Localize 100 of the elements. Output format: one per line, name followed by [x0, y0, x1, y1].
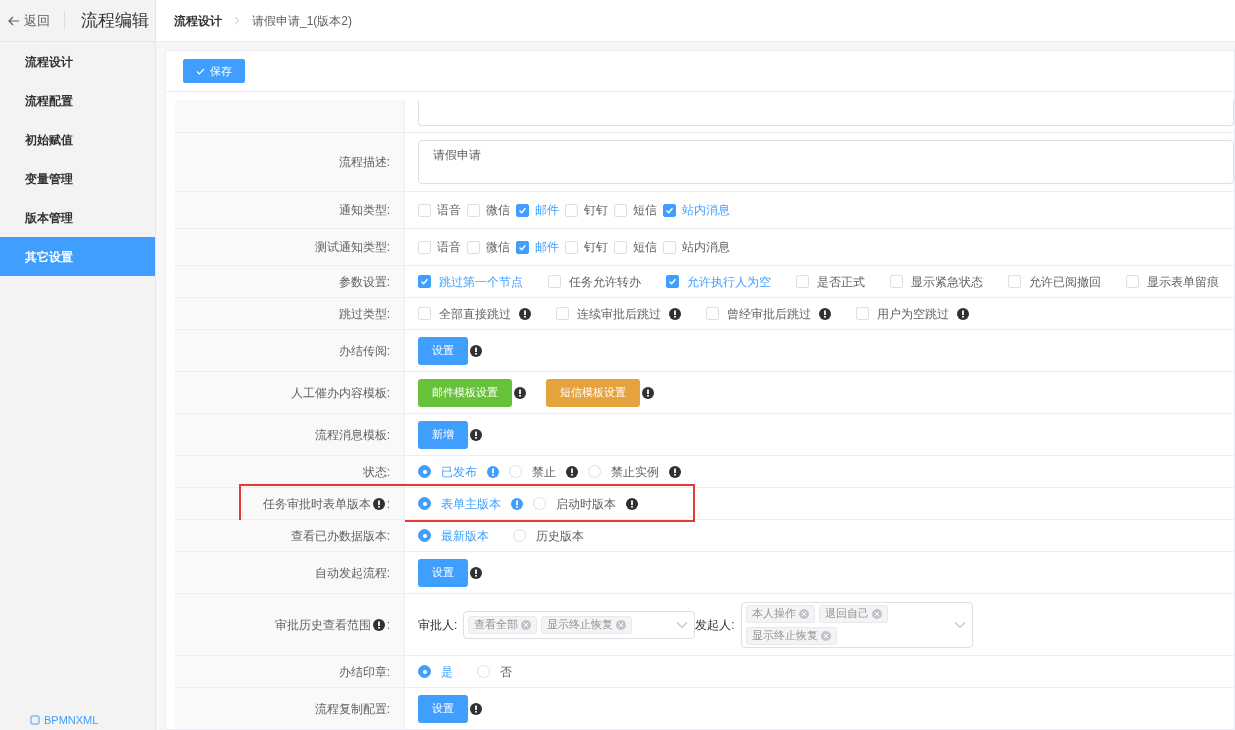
checkbox-label: 是否正式: [817, 273, 865, 291]
check-icon: [196, 67, 205, 75]
action-button[interactable]: 设置: [418, 336, 468, 365]
checkbox[interactable]: [516, 240, 529, 254]
info-icon: [470, 566, 482, 579]
checkbox-label: 邮件: [535, 202, 559, 219]
remove-icon[interactable]: [798, 608, 809, 619]
nav-item[interactable]: 初始赋值: [0, 120, 155, 159]
breadcrumb-item: 请假申请_1(版本2): [252, 12, 352, 30]
checkbox-label: 语音: [437, 202, 461, 219]
tag: 显示终止恢复: [541, 615, 633, 634]
checkbox-label: 短信: [633, 239, 657, 256]
tag: 本人操作: [745, 604, 815, 623]
check-icon: [665, 205, 674, 215]
checkbox-label: 任务允许转办: [569, 273, 641, 291]
chevron-down-icon: [676, 620, 689, 629]
info-icon: [642, 386, 654, 399]
nav-item[interactable]: 变量管理: [0, 159, 155, 198]
action-button[interactable]: 设置: [418, 558, 468, 587]
check-icon: [518, 242, 527, 252]
checkbox-label: 站内消息: [682, 239, 730, 256]
field-label: 测试通知类型:: [314, 239, 390, 256]
check-icon: [518, 205, 527, 215]
label-colon: :: [386, 616, 390, 634]
radio-label: 最新版本: [441, 527, 489, 545]
checkbox-label: 曾经审批后跳过: [727, 305, 811, 323]
field-label: 通知类型:: [338, 202, 390, 219]
radio-button[interactable]: [418, 529, 431, 542]
tag: 显示终止恢复: [745, 626, 837, 645]
file-icon: [30, 714, 40, 725]
checkbox-label: 显示表单留痕: [1147, 273, 1219, 291]
field-label: 流程复制配置:: [314, 700, 390, 718]
multi-select[interactable]: 查看全部 显示终止恢复: [463, 610, 696, 639]
info-icon: [514, 386, 526, 399]
checkbox-label: 邮件: [535, 239, 559, 256]
checkbox[interactable]: [663, 203, 676, 217]
field-label: 自动发起流程:: [314, 564, 390, 582]
info-icon: [470, 702, 482, 715]
label-colon: :: [386, 495, 390, 513]
radio-button[interactable]: [418, 465, 431, 478]
action-button[interactable]: 邮件模板设置: [418, 378, 512, 407]
info-icon: [470, 344, 482, 357]
action-button[interactable]: 设置: [418, 694, 468, 723]
field-label: 审批历史查看范围: [274, 616, 371, 634]
checkbox-label: 连续审批后跳过: [577, 305, 661, 323]
radio-label: 表单主版本: [441, 495, 501, 513]
checkbox-label: 允许执行人为空: [687, 273, 771, 291]
checkbox-label: 站内消息: [682, 202, 730, 219]
field-label: 流程消息模板:: [314, 426, 390, 444]
field-label: 参数设置:: [338, 273, 390, 291]
radio-button[interactable]: [418, 665, 431, 678]
radio-label: 禁止实例: [611, 463, 659, 481]
nav-item[interactable]: 流程配置: [0, 81, 155, 120]
action-button[interactable]: 新增: [418, 420, 468, 449]
arrow-left-icon: [8, 15, 20, 26]
save-button[interactable]: 保存: [183, 59, 245, 83]
multi-select[interactable]: 本人操作 退回自己 显示终止恢复: [740, 601, 973, 648]
checkbox-label: 短信: [633, 202, 657, 219]
checkbox-label: 显示紧急状态: [911, 273, 983, 291]
chevron-down-icon: [953, 620, 966, 629]
checkbox-label: 用户为空跳过: [877, 305, 949, 323]
checkbox-label: 钉钉: [584, 239, 608, 256]
bpmn-xml-link[interactable]: BPMNXML: [0, 711, 155, 730]
page-title: 流程编辑: [80, 9, 149, 32]
breadcrumb-item[interactable]: 流程设计: [174, 11, 222, 30]
nav-item[interactable]: 版本管理: [0, 198, 155, 237]
checkbox-label: 微信: [486, 239, 510, 256]
remove-icon[interactable]: [616, 619, 627, 630]
text-area[interactable]: 请假申请: [418, 140, 1234, 184]
remove-icon[interactable]: [871, 608, 882, 619]
remove-icon[interactable]: [521, 619, 532, 630]
nav-item[interactable]: 其它设置: [0, 237, 155, 276]
field-label: 查看已办数据版本:: [290, 527, 390, 545]
check-icon: [420, 277, 429, 286]
nav-item[interactable]: 流程设计: [0, 42, 155, 81]
tag: 退回自己: [818, 604, 888, 623]
field-label: 跳过类型:: [338, 305, 390, 323]
radio-label: 否: [500, 663, 512, 681]
remove-icon[interactable]: [820, 630, 831, 641]
field-label: 人工催办内容模板:: [290, 384, 390, 402]
radio-label: 是: [441, 663, 453, 681]
radio-label: 禁止: [532, 463, 556, 481]
radio-label: 启动时版本: [556, 495, 616, 513]
action-button[interactable]: 短信模板设置: [546, 378, 640, 407]
checkbox[interactable]: [418, 275, 431, 288]
checkbox-label: 钉钉: [584, 202, 608, 219]
checkbox[interactable]: [666, 275, 679, 288]
field-label: 任务审批时表单版本: [262, 495, 371, 513]
input-field[interactable]: [418, 100, 1234, 126]
radio-label: 历史版本: [536, 527, 584, 545]
field-label: 审批人:: [418, 616, 459, 634]
checkbox[interactable]: [516, 203, 529, 217]
field-label: 办结传阅:: [338, 342, 390, 360]
tag: 查看全部: [468, 615, 538, 634]
radio-button[interactable]: [418, 497, 431, 510]
field-label: 流程描述:: [338, 154, 390, 171]
field-label: 发起人:: [695, 616, 736, 634]
check-icon: [668, 277, 677, 286]
back-button[interactable]: 返回: [8, 10, 65, 31]
checkbox-label: 微信: [486, 202, 510, 219]
